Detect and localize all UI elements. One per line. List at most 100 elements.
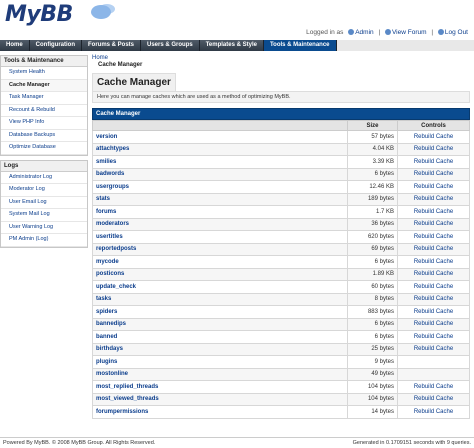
rebuild-cache-link[interactable]: Rebuild Cache [397,230,470,244]
sidebar-item-moderator-log[interactable]: Moderator Log [1,184,87,197]
header: MyBB Logged in as Admin | View Forum | L… [0,0,474,40]
rebuild-cache-link[interactable]: Rebuild Cache [397,217,470,231]
logout-icon [437,29,444,35]
rebuild-cache-link[interactable]: Rebuild Cache [397,255,470,269]
rebuild-cache-link[interactable]: Rebuild Cache [397,380,470,394]
cache-size: 36 bytes [347,217,398,231]
rebuild-cache-link[interactable]: Rebuild Cache [397,330,470,344]
rebuild-cache-link[interactable]: Rebuild Cache [397,292,470,306]
cache-size: 1.7 KB [347,205,398,219]
cache-size: 6 bytes [347,330,398,344]
nav-forums-posts[interactable]: Forums & Posts [82,40,142,51]
rebuild-cache-link[interactable]: Rebuild Cache [397,392,470,406]
header-name [92,120,348,131]
cache-name[interactable]: forumpermissions [92,405,348,419]
rebuild-cache-link[interactable]: Rebuild Cache [397,142,470,156]
table-row: smilies 3.39 KB Rebuild Cache [92,155,470,169]
mybb-logo[interactable]: MyBB [5,2,111,27]
cache-size: 6 bytes [347,255,398,269]
cache-name[interactable]: banned [92,330,348,344]
table-row: reportedposts 69 bytes Rebuild Cache [92,242,470,256]
cache-size: 4.04 KB [347,142,398,156]
sidebar-item-optimize-database[interactable]: Optimize Database [1,142,87,155]
cache-name[interactable]: usertitles [92,230,348,244]
cache-name[interactable]: version [92,130,348,144]
cache-name[interactable]: usergroups [92,180,348,194]
table-row: usertitles 620 bytes Rebuild Cache [92,230,470,244]
rebuild-cache-link[interactable]: Rebuild Cache [397,180,470,194]
rebuild-cache-link[interactable]: Rebuild Cache [397,167,470,181]
view-forum-link[interactable]: View Forum [392,29,427,36]
table-row: badwords 6 bytes Rebuild Cache [92,167,470,181]
table-row: stats 189 bytes Rebuild Cache [92,192,470,206]
nav-templates-style[interactable]: Templates & Style [200,40,264,51]
sidebar-item-cache-manager[interactable]: Cache Manager [1,79,87,92]
sidebar-item-user-warning-log[interactable]: User Warning Log [1,222,87,234]
nav-home[interactable]: Home [0,40,30,51]
cache-name[interactable]: badwords [92,167,348,181]
sidebar-item-system-health[interactable]: System Health [1,67,87,80]
rebuild-cache-link[interactable]: Rebuild Cache [397,267,470,281]
sidebar-item-admin-log[interactable]: Administrator Log [1,172,87,184]
logo-bubble-icon [91,5,111,19]
cache-name[interactable]: mostonline [92,367,348,381]
rebuild-cache-link[interactable]: Rebuild Cache [397,342,470,356]
sidebar-item-user-email-log[interactable]: User Email Log [1,197,87,209]
cache-name[interactable]: posticons [92,267,348,281]
breadcrumb: Home Cache Manager [92,55,470,68]
rebuild-cache-link[interactable]: Rebuild Cache [397,192,470,206]
sidebar: Tools & Maintenance System Health Cache … [0,55,88,252]
cache-name[interactable]: mycode [92,255,348,269]
nav-configuration[interactable]: Configuration [30,40,82,51]
sidebar-item-system-mail-log[interactable]: System Mail Log [1,209,87,222]
main-content: Home Cache Manager Cache Manager Here yo… [92,55,470,419]
cache-size: 1.89 KB [347,267,398,281]
cache-name[interactable]: birthdays [92,342,348,356]
cache-name[interactable]: bannedips [92,317,348,331]
cache-name[interactable]: update_check [92,280,348,294]
page-title: Cache Manager [92,73,176,91]
sidebar-item-task-manager[interactable]: Task Manager [1,92,87,105]
cache-name[interactable]: attachtypes [92,142,348,156]
logo-text: MyBB [5,2,73,27]
rebuild-cache-link[interactable]: Rebuild Cache [397,280,470,294]
cache-name[interactable]: moderators [92,217,348,231]
cache-name[interactable]: most_replied_threads [92,380,348,394]
sidebar-item-database-backups[interactable]: Database Backups [1,130,87,142]
userbar: Logged in as Admin | View Forum | Log Ou… [306,29,468,36]
cache-name[interactable]: spiders [92,305,348,319]
rebuild-cache-link[interactable]: Rebuild Cache [397,205,470,219]
cache-size: 883 bytes [347,305,398,319]
cache-name[interactable]: forums [92,205,348,219]
cache-name[interactable]: plugins [92,355,348,369]
cache-name[interactable]: stats [92,192,348,206]
nav-tools-maintenance[interactable]: Tools & Maintenance [263,40,337,51]
sidebar-item-recount-rebuild[interactable]: Recount & Rebuild [1,105,87,117]
rebuild-cache-link[interactable]: Rebuild Cache [397,130,470,144]
rebuild-cache-link[interactable]: Rebuild Cache [397,305,470,319]
logged-in-label: Logged in as [306,29,344,36]
user-icon [348,29,355,35]
rebuild-cache-link[interactable]: Rebuild Cache [397,405,470,419]
sidebar-item-pm-admin-log[interactable]: PM Admin (Log) [1,234,87,247]
cache-name[interactable]: most_viewed_threads [92,392,348,406]
rebuild-cache-link[interactable]: Rebuild Cache [397,317,470,331]
forum-icon [384,29,391,35]
cache-size: 60 bytes [347,280,398,294]
cache-size: 49 bytes [347,367,398,381]
cache-name[interactable]: tasks [92,292,348,306]
user-link[interactable]: Admin [355,29,373,36]
table-row: birthdays 25 bytes Rebuild Cache [92,342,470,356]
cache-size: 189 bytes [347,192,398,206]
table-row: posticons 1.89 KB Rebuild Cache [92,267,470,281]
breadcrumb-current: Cache Manager [98,62,143,68]
rebuild-cache-link[interactable]: Rebuild Cache [397,155,470,169]
cache-name[interactable]: smilies [92,155,348,169]
sidebar-item-php-info[interactable]: View PHP Info [1,117,87,130]
cache-name[interactable]: reportedposts [92,242,348,256]
nav-users-groups[interactable]: Users & Groups [141,40,200,51]
cache-size: 14 bytes [347,405,398,419]
breadcrumb-home[interactable]: Home [92,55,108,61]
rebuild-cache-link[interactable]: Rebuild Cache [397,242,470,256]
logout-link[interactable]: Log Out [445,29,468,36]
